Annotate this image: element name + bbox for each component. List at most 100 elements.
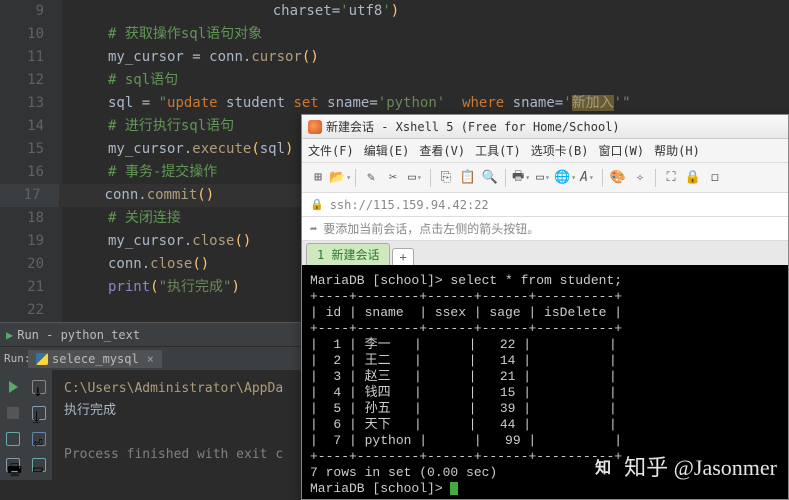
rerun-button[interactable]: ↓: [26, 374, 52, 400]
settings-button[interactable]: ▭: [26, 452, 52, 478]
paste-icon[interactable]: 📋: [458, 168, 478, 188]
run-sidebar: ↓ ⤓ ⏎ 🖶 ▭: [0, 370, 52, 480]
code-content[interactable]: sql = "update student set sname='python'…: [62, 92, 631, 115]
line-number: 15: [0, 138, 62, 161]
code-line[interactable]: 9 charset='utf8'): [0, 0, 789, 23]
xshell-tab-add[interactable]: +: [392, 248, 413, 265]
menu-item[interactable]: 查看(V): [419, 142, 465, 159]
screen-icon[interactable]: ▭: [533, 168, 553, 188]
code-content[interactable]: # 获取操作sql语句对象: [62, 23, 262, 46]
terminal-line: | 3 | 赵三 | | 21 | |: [310, 369, 780, 385]
watermark-text: 知乎 @Jasonmer: [624, 450, 777, 482]
python-file-icon: [36, 353, 48, 365]
properties-icon[interactable]: ▭: [405, 168, 425, 188]
menu-item[interactable]: 帮助(H): [654, 142, 700, 159]
xshell-tab-active[interactable]: 1 新建会话: [306, 243, 390, 265]
lock-icon[interactable]: 🔒: [683, 168, 703, 188]
xshell-icon: [308, 120, 322, 134]
line-number: 10: [0, 23, 62, 46]
line-number: 19: [0, 230, 62, 253]
menu-item[interactable]: 工具(T): [475, 142, 521, 159]
run-tab-name: selece_mysql: [52, 352, 139, 366]
terminal-line: | 7 | python | | 99 | |: [310, 433, 780, 449]
code-line[interactable]: 10# 获取操作sql语句对象: [0, 23, 789, 46]
code-line[interactable]: 11my_cursor = conn.cursor(): [0, 46, 789, 69]
code-content[interactable]: # 关闭连接: [62, 207, 181, 230]
menu-item[interactable]: 窗口(W): [598, 142, 644, 159]
terminal-line: | 4 | 钱四 | | 15 | |: [310, 385, 780, 401]
xshell-addressbar[interactable]: 🔒 ssh://115.159.94.42:22: [302, 193, 788, 217]
transparent-icon[interactable]: ◻: [705, 168, 725, 188]
zhihu-icon: 知: [590, 453, 616, 479]
line-number: 18: [0, 207, 62, 230]
new-session-icon[interactable]: ⊞: [308, 168, 328, 188]
find-icon[interactable]: 🔍: [480, 168, 500, 188]
xshell-title-text: 新建会话 - Xshell 5 (Free for Home/School): [326, 118, 620, 135]
code-content[interactable]: my_cursor.close(): [62, 230, 251, 253]
xshell-window[interactable]: 新建会话 - Xshell 5 (Free for Home/School) 文…: [301, 114, 789, 500]
code-line[interactable]: 13sql = "update student set sname='pytho…: [0, 92, 789, 115]
xshell-hintbar: ➦ 要添加当前会话，点击左侧的箭头按钮。: [302, 217, 788, 241]
copy-icon[interactable]: ⎘: [436, 168, 456, 188]
code-content[interactable]: charset='utf8'): [62, 0, 399, 23]
menu-item[interactable]: 选项卡(B): [531, 142, 589, 159]
reconnect-icon[interactable]: ✎: [361, 168, 381, 188]
xshell-menubar: 文件(F) 编辑(E) 查看(V) 工具(T) 选项卡(B) 窗口(W) 帮助(H): [302, 139, 788, 163]
color-icon[interactable]: 🎨: [608, 168, 628, 188]
terminal-line: MariaDB [school]>: [310, 481, 780, 497]
xshell-toolbar: ⊞ 📂 ✎ ✂ ▭ ⎘ 📋 🔍 🖶 ▭ 🌐 A 🎨 ✧ ⛶ 🔒 ◻: [302, 163, 788, 193]
xshell-address: ssh://115.159.94.42:22: [330, 198, 489, 212]
line-number: 13: [0, 92, 62, 115]
xshell-titlebar[interactable]: 新建会话 - Xshell 5 (Free for Home/School): [302, 115, 788, 139]
terminal-line: +----+--------+------+------+----------+: [310, 321, 780, 337]
xshell-tabbar: 1 新建会话 +: [302, 241, 788, 265]
layout-button[interactable]: [0, 426, 26, 452]
xshell-hint-text: 要添加当前会话，点击左侧的箭头按钮。: [323, 220, 539, 237]
run-label: Run:: [0, 352, 28, 365]
terminal-line: | id | sname | ssex | sage | isDelete |: [310, 305, 780, 321]
print-icon[interactable]: 🖶: [511, 168, 531, 188]
run-button[interactable]: [0, 374, 26, 400]
open-icon[interactable]: 📂: [330, 168, 350, 188]
terminal-line: +----+--------+------+------+----------+: [310, 289, 780, 305]
terminal-line: | 1 | 李一 | | 22 | |: [310, 337, 780, 353]
globe-icon[interactable]: 🌐: [555, 168, 575, 188]
line-number: 11: [0, 46, 62, 69]
line-number: 14: [0, 115, 62, 138]
code-content[interactable]: # 事务-提交操作: [62, 161, 217, 184]
run-icon: ▶: [6, 323, 13, 347]
terminal-line: | 2 | 王二 | | 14 | |: [310, 353, 780, 369]
line-number: 12: [0, 69, 62, 92]
close-icon[interactable]: ×: [147, 352, 154, 366]
code-content[interactable]: # sql语句: [62, 69, 178, 92]
scroll-button[interactable]: ⤓: [26, 400, 52, 426]
line-number: 17: [0, 184, 59, 207]
print-button[interactable]: 🖶: [0, 452, 26, 478]
wrap-button[interactable]: ⏎: [26, 426, 52, 452]
code-content[interactable]: my_cursor.execute(sql): [62, 138, 293, 161]
terminal-line: | 5 | 孙五 | | 39 | |: [310, 401, 780, 417]
fullscreen-icon[interactable]: ⛶: [661, 168, 681, 188]
compose-icon[interactable]: ✧: [630, 168, 650, 188]
run-tab-active[interactable]: selece_mysql ×: [28, 350, 162, 368]
watermark: 知 知乎 @Jasonmer: [590, 450, 777, 482]
code-content[interactable]: my_cursor = conn.cursor(): [62, 46, 319, 69]
code-content[interactable]: print("执行完成"): [62, 276, 240, 299]
code-content[interactable]: conn.close(): [62, 253, 209, 276]
line-number: 22: [0, 299, 62, 322]
terminal-line: | 6 | 天下 | | 44 | |: [310, 417, 780, 433]
run-panel-title: Run - python_text: [17, 323, 140, 347]
menu-item[interactable]: 编辑(E): [364, 142, 410, 159]
code-line[interactable]: 12# sql语句: [0, 69, 789, 92]
code-content[interactable]: # 进行执行sql语句: [62, 115, 234, 138]
stop-button[interactable]: [0, 400, 26, 426]
line-number: 20: [0, 253, 62, 276]
line-number: 16: [0, 161, 62, 184]
code-content[interactable]: [62, 299, 108, 322]
hint-arrow-icon[interactable]: ➦: [310, 222, 317, 236]
menu-item[interactable]: 文件(F): [308, 142, 354, 159]
terminal-cursor: [450, 482, 458, 495]
line-number: 21: [0, 276, 62, 299]
disconnect-icon[interactable]: ✂: [383, 168, 403, 188]
font-icon[interactable]: A: [577, 168, 597, 188]
